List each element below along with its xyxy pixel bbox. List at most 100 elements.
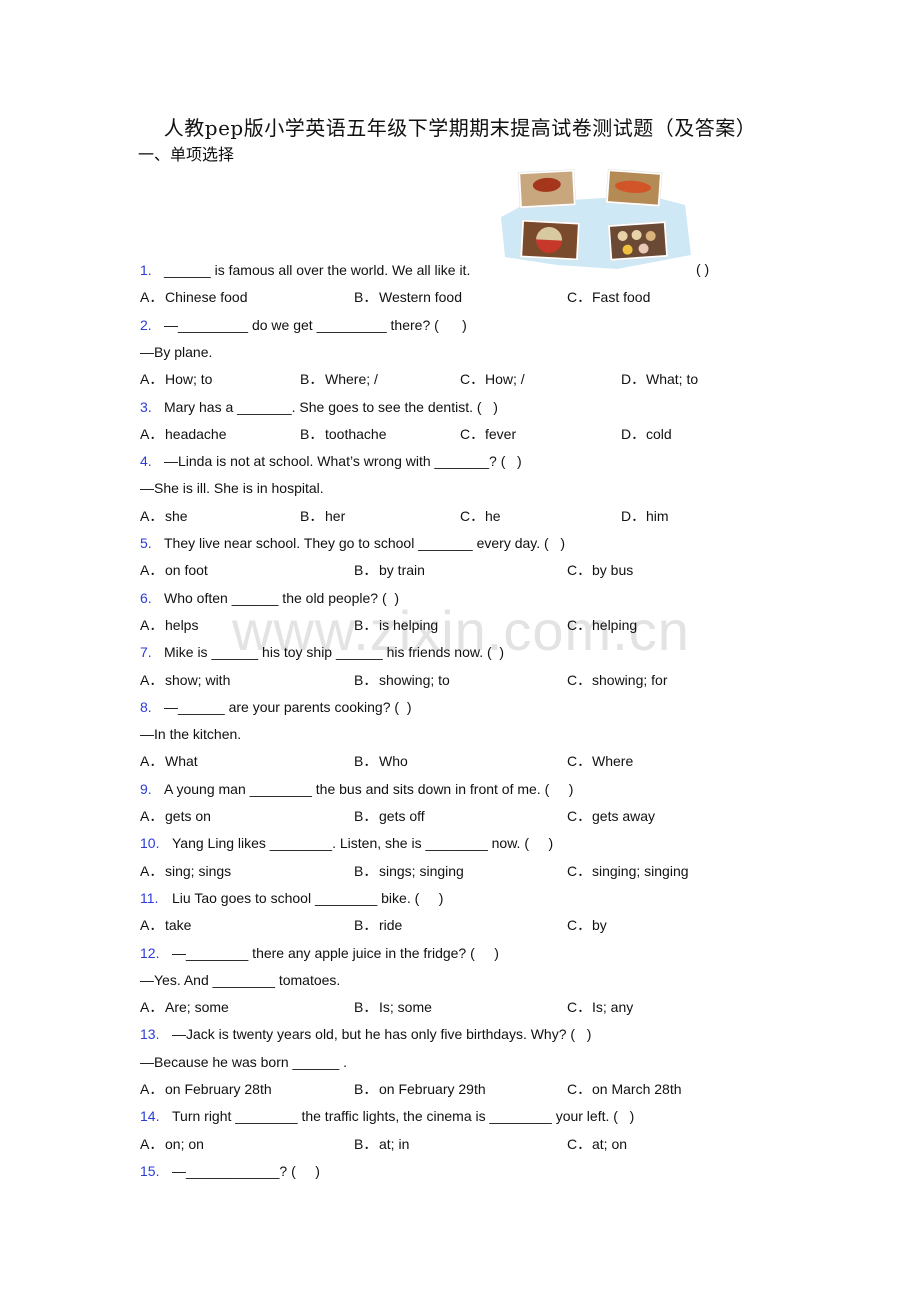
question-line-text: —____________? ( ) <box>172 1162 320 1179</box>
option-b: B． on February 29th <box>354 1080 486 1098</box>
option-text: her <box>325 507 346 524</box>
option-c: C．at; on <box>567 1135 627 1153</box>
option-text: on March 28th <box>592 1081 682 1097</box>
question-line-text: ______ is famous all over the world. We … <box>164 262 471 278</box>
question-answer-line: —Because he was born ______ . <box>140 1053 347 1071</box>
option-c: C．by bus <box>567 561 633 579</box>
option-c: C．on March 28th <box>567 1080 682 1098</box>
option-c: C．he <box>460 507 501 525</box>
question-number: 15. <box>140 1162 160 1179</box>
question-text: 14. Turn right ________ the traffic light… <box>140 1107 634 1125</box>
option-text: sing; sings <box>165 862 232 879</box>
option-label: B． <box>300 371 324 388</box>
option-a: A． headache <box>140 425 227 443</box>
option-label: C． <box>567 616 592 633</box>
answer-blank: ( ) <box>696 261 710 277</box>
option-text: gets on <box>165 808 211 824</box>
option-text: by train <box>379 562 425 579</box>
option-text: is helping <box>379 616 439 633</box>
option-text: show; with <box>165 671 231 688</box>
option-text: toothache <box>325 425 387 442</box>
question-text: 10. Yang Ling likes ________. Listen, she… <box>140 834 553 852</box>
option-text: Where; / <box>325 371 378 388</box>
question-number: 7. <box>140 644 152 661</box>
option-text: at; in <box>379 1135 410 1152</box>
option-a: A． Chinese food <box>140 288 248 306</box>
question-text: 4. —Linda is not at school. What’s wrong … <box>140 452 522 470</box>
question-line-text: A young man ________ the bus and sits do… <box>164 780 574 797</box>
option-a: A． she <box>140 507 188 525</box>
option-label: B． <box>354 753 378 770</box>
option-a: A． show; with <box>140 671 230 689</box>
option-label: A． <box>140 862 164 879</box>
option-text: Where <box>592 753 634 770</box>
photo-roast-duck <box>517 169 577 209</box>
option-label: A． <box>140 1135 164 1152</box>
option-b: B． toothache <box>300 425 387 443</box>
option-d: D．What; to <box>621 370 698 388</box>
option-label: C． <box>460 371 485 388</box>
option-label: C． <box>567 1135 592 1152</box>
photo-sweet-sour-fish <box>605 168 663 208</box>
option-b: B． is helping <box>354 616 438 634</box>
option-text: gets off <box>379 808 425 824</box>
option-b: B． ride <box>354 916 402 934</box>
question-line-text: —_________ do we get _________ there? ( … <box>164 316 467 333</box>
option-text: Western food <box>379 289 463 306</box>
option-label: A． <box>140 753 164 770</box>
option-label: A． <box>140 289 164 306</box>
option-a: A． What <box>140 752 198 770</box>
option-a: A． Are; some <box>140 998 229 1016</box>
option-label: D． <box>621 507 646 524</box>
option-b: B． by train <box>354 561 425 579</box>
option-d: D．cold <box>621 425 672 443</box>
option-d: D．him <box>621 507 669 525</box>
question-line-text: Turn right ________ the traffic lights, … <box>172 1108 635 1125</box>
option-text: on February 29th <box>379 1081 486 1097</box>
option-a: A． gets on <box>140 807 211 825</box>
option-text: on; on <box>165 1135 204 1152</box>
question-line-text: —________ there any apple juice in the f… <box>172 944 499 961</box>
option-c: C．showing; for <box>567 671 667 689</box>
option-c: C．by <box>567 916 607 934</box>
question-text: 5. They live near school. They go to scho… <box>140 534 565 552</box>
option-text: by <box>592 917 607 934</box>
question-text: 3. Mary has a _______. She goes to see th… <box>140 398 498 416</box>
option-label: A． <box>140 507 164 524</box>
option-text: fever <box>485 425 517 442</box>
question-number: 6. <box>140 589 152 606</box>
question-text: 9. A young man ________ the bus and sits … <box>140 780 573 798</box>
question-text: 15. —____________? ( ) <box>140 1162 320 1180</box>
option-text: him <box>646 507 669 524</box>
question-text: 7. Mike is ______ his toy ship ______ his… <box>140 643 504 661</box>
photo-dim-sum <box>607 220 669 262</box>
option-text: headache <box>165 425 227 442</box>
question-number: 3. <box>140 398 152 415</box>
photo-hotpot <box>519 219 581 261</box>
question-number: 11. <box>140 889 159 906</box>
option-label: C． <box>567 917 592 934</box>
question-number: 10. <box>140 835 160 852</box>
option-label: B． <box>354 808 378 824</box>
option-c: C．Fast food <box>567 288 650 306</box>
question-line-text: —She is ill. She is in hospital. <box>140 480 324 497</box>
question-text: 12. —________ there any apple juice in th… <box>140 944 499 962</box>
option-label: B． <box>354 917 378 934</box>
question-line-text: Who often ______ the old people? ( ) <box>164 589 400 606</box>
option-text: What; to <box>646 371 699 388</box>
option-c: C．helping <box>567 616 637 634</box>
option-label: A． <box>140 1081 164 1097</box>
question-answer-line: —In the kitchen. <box>140 725 241 743</box>
option-text: Is; any <box>592 999 634 1016</box>
question-line-text: —______ are your parents cooking? ( ) <box>164 698 412 715</box>
option-label: B． <box>354 616 378 633</box>
option-text: on February 28th <box>165 1081 272 1097</box>
option-a: A． How; to <box>140 370 212 388</box>
question-line-text: Mike is ______ his toy ship ______ his f… <box>164 644 505 661</box>
option-text: Chinese food <box>165 289 248 306</box>
question-line-text: —Linda is not at school. What’s wrong wi… <box>164 453 522 470</box>
question-line-text: —Jack is twenty years old, but he has on… <box>172 1026 592 1043</box>
option-text: take <box>165 917 192 934</box>
question-answer-line: —Yes. And ________ tomatoes. <box>140 971 340 989</box>
option-label: B． <box>354 562 378 579</box>
